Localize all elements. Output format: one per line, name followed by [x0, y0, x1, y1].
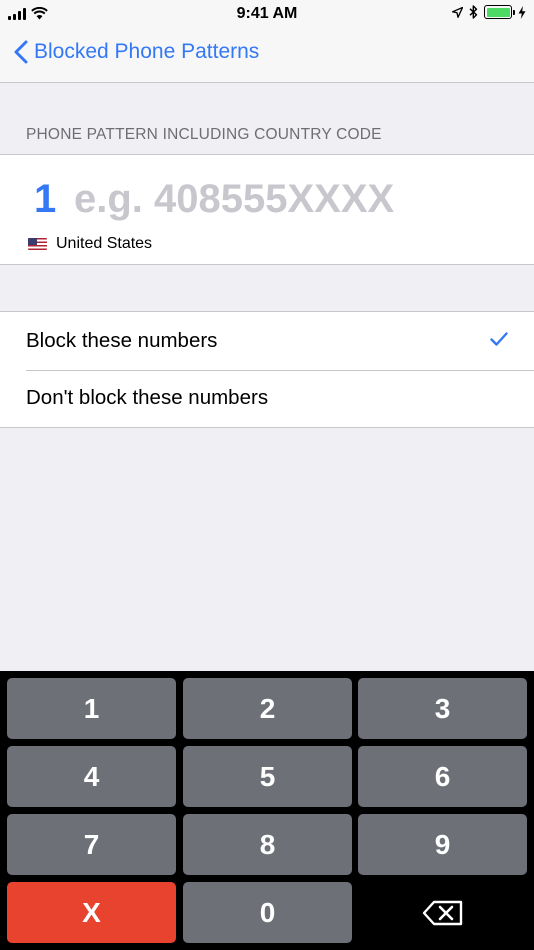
option-block[interactable]: Block these numbers — [0, 312, 534, 370]
charging-bolt-icon — [518, 5, 526, 19]
numeric-keypad: 1 2 3 4 5 6 7 8 9 X 0 — [0, 671, 534, 950]
country-name: United States — [56, 235, 153, 252]
battery-icon — [484, 5, 515, 19]
key-6[interactable]: 6 — [358, 746, 527, 807]
option-dont-block[interactable]: Don't block these numbers — [0, 369, 534, 428]
back-button[interactable]: Blocked Phone Patterns — [14, 40, 259, 64]
key-0[interactable]: 0 — [183, 882, 352, 943]
backspace-key[interactable] — [358, 882, 527, 943]
key-4[interactable]: 4 — [7, 746, 176, 807]
us-flag-icon — [28, 238, 47, 250]
block-options: Block these numbers Don't block these nu… — [0, 311, 534, 428]
option-label: Don't block these numbers — [26, 386, 269, 410]
option-label: Block these numbers — [26, 328, 218, 352]
back-button-label: Blocked Phone Patterns — [34, 40, 260, 63]
chevron-left-icon — [14, 40, 28, 64]
key-9[interactable]: 9 — [358, 814, 527, 875]
navigation-bar: Blocked Phone Patterns — [0, 28, 534, 83]
battery-level — [486, 7, 510, 17]
backspace-icon — [422, 900, 462, 925]
section-header: PHONE PATTERN INCLUDING COUNTRY CODE — [26, 126, 382, 143]
key-1[interactable]: 1 — [7, 678, 176, 739]
phone-pattern-cell: 1 United States — [0, 154, 534, 265]
key-3[interactable]: 3 — [358, 678, 527, 739]
country-code[interactable]: 1 — [34, 177, 56, 222]
key-7[interactable]: 7 — [7, 814, 176, 875]
key-5[interactable]: 5 — [183, 746, 352, 807]
key-2[interactable]: 2 — [183, 678, 352, 739]
key-8[interactable]: 8 — [183, 814, 352, 875]
phone-pattern-input[interactable] — [74, 173, 494, 225]
bluetooth-icon — [469, 5, 478, 19]
clear-key[interactable]: X — [7, 882, 176, 943]
country-selector[interactable]: United States — [28, 235, 152, 253]
location-arrow-icon — [452, 6, 463, 18]
status-bar: 9:41 AM — [0, 0, 534, 28]
status-right — [452, 5, 526, 19]
checkmark-icon — [490, 332, 508, 346]
